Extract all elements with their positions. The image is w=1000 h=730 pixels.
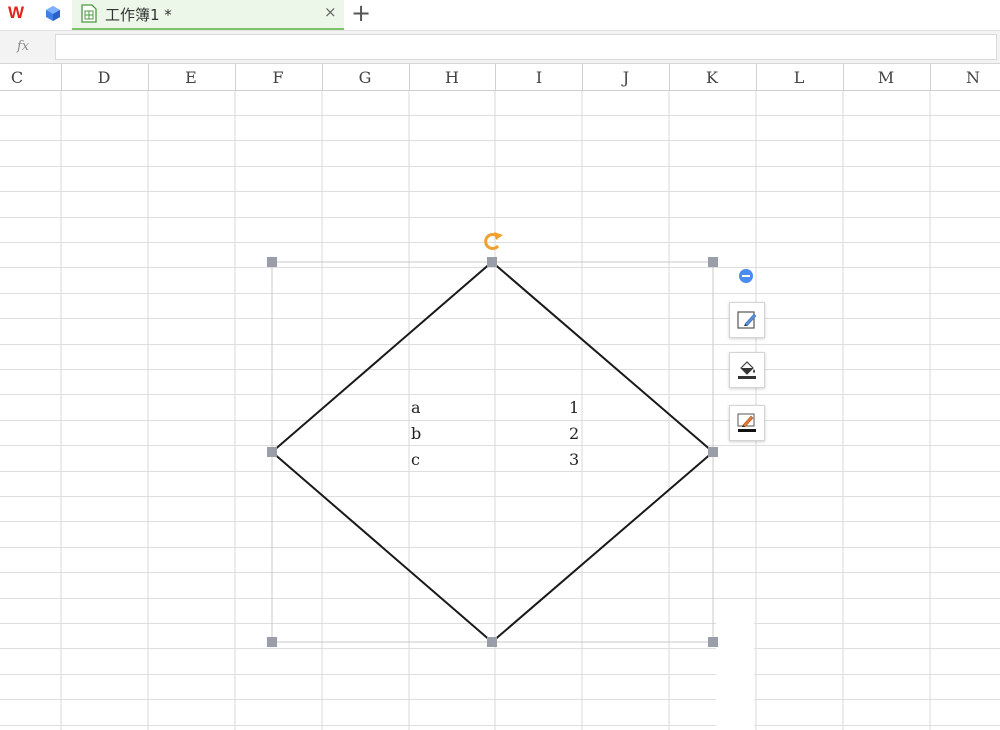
rotate-handle-icon[interactable] <box>484 232 503 250</box>
cell-value[interactable]: 1 <box>569 398 579 417</box>
cell-label[interactable]: b <box>411 424 421 443</box>
diamond-shape[interactable] <box>270 260 715 644</box>
resize-handle-bottom-left[interactable] <box>267 637 277 647</box>
resize-handle-top[interactable] <box>487 257 497 267</box>
resize-handle-top-right[interactable] <box>708 257 718 267</box>
outline-button[interactable] <box>729 405 765 441</box>
cell-value[interactable]: 2 <box>569 424 579 443</box>
resize-handle-left[interactable] <box>267 447 277 457</box>
shape-style-icon <box>737 311 757 329</box>
cell-value[interactable]: 3 <box>569 450 579 469</box>
fill-bucket-icon <box>738 361 756 379</box>
diamond-shape-layer <box>267 232 718 647</box>
cell-label[interactable]: c <box>411 450 420 469</box>
collapse-toolbar-icon[interactable] <box>739 269 753 283</box>
cell-label[interactable]: a <box>411 398 421 417</box>
resize-handle-bottom-right[interactable] <box>708 637 718 647</box>
resize-handle-top-left[interactable] <box>267 257 277 267</box>
fill-button[interactable] <box>729 352 765 388</box>
shape-style-button[interactable] <box>729 302 765 338</box>
resize-handle-right[interactable] <box>708 447 718 457</box>
resize-handle-bottom[interactable] <box>487 637 497 647</box>
selection-frame <box>271 261 714 643</box>
outline-pen-icon <box>737 413 756 432</box>
spreadsheet-window: W 工作簿1 * × + fx CDEFGHIJKLMN a1b2c3 <box>0 0 1000 730</box>
